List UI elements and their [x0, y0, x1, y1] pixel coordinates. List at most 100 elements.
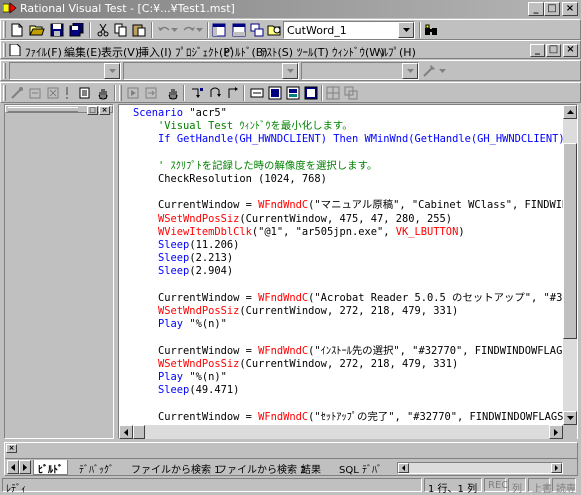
- execute-icon[interactable]: [61, 84, 73, 102]
- find-dropdown-arrow-icon[interactable]: [398, 22, 414, 38]
- find-combobox[interactable]: CutWord_1: [283, 21, 415, 39]
- window-tile-icon[interactable]: [323, 84, 343, 102]
- menu-grip[interactable]: [3, 43, 6, 57]
- workspace-pane-grip[interactable]: [8, 107, 78, 112]
- output-tab-find-1[interactable]: ファイルから検索 1: [127, 460, 225, 476]
- member-dropdown-arrow-icon[interactable]: [402, 63, 418, 79]
- toolbar-grip[interactable]: [3, 85, 6, 101]
- toolbar-grip[interactable]: [3, 63, 6, 79]
- output-tab-sql-debug[interactable]: SQL ﾃﾞﾊﾞ: [335, 460, 386, 476]
- scroll-up-icon[interactable]: [563, 105, 577, 119]
- horizontal-scrollbar[interactable]: [119, 425, 563, 439]
- step-out-icon[interactable]: [223, 84, 243, 102]
- code-line[interactable]: 'Visual Test ｳｨﾝﾄﾞｳを最小化します。: [133, 120, 353, 133]
- call-stack-icon[interactable]: [283, 84, 303, 102]
- output-tab-build[interactable]: ﾋﾞﾙﾄﾞ: [33, 460, 68, 476]
- menu-file[interactable]: ﾌｧｲﾙ(F): [25, 44, 62, 60]
- redo-dropdown-icon[interactable]: [194, 21, 204, 39]
- code-line[interactable]: Scenario "acr5": [133, 107, 227, 120]
- child-restore-button[interactable]: □: [546, 44, 561, 57]
- minimize-button[interactable]: _: [528, 2, 544, 16]
- compile-icon[interactable]: [7, 84, 27, 102]
- code-line[interactable]: CheckResolution (1024, 768): [133, 173, 327, 186]
- output-scroll-left-icon[interactable]: [398, 463, 409, 473]
- workspace-icon[interactable]: [209, 21, 229, 39]
- step-into-icon[interactable]: [187, 84, 207, 102]
- output-tab-debug[interactable]: ﾃﾞﾊﾞｯｸﾞ: [75, 460, 118, 476]
- code-line[interactable]: CurrentWindow = WFndWndC("Acrobat Reader…: [133, 292, 565, 305]
- find-combobox-value[interactable]: CutWord_1: [287, 24, 347, 37]
- code-editor[interactable]: Scenario "acr5" 'Visual Test ｳｨﾝﾄﾞｳを最小化し…: [118, 104, 578, 439]
- hand-icon[interactable]: [93, 84, 113, 102]
- undo-dropdown-icon[interactable]: [169, 21, 179, 39]
- cut-icon[interactable]: [93, 21, 113, 39]
- stop-build-icon[interactable]: [43, 84, 63, 102]
- output-close-button[interactable]: ×: [6, 444, 17, 453]
- window-cascade-icon[interactable]: [341, 84, 361, 102]
- maximize-button[interactable]: □: [544, 2, 560, 16]
- find-binoculars-icon[interactable]: [421, 21, 441, 39]
- close-button[interactable]: ×: [562, 2, 578, 16]
- scroll-right-icon[interactable]: [549, 425, 563, 439]
- save-all-icon[interactable]: [67, 21, 87, 39]
- copy-icon[interactable]: [111, 21, 131, 39]
- menu-view[interactable]: 表示(V): [101, 44, 139, 60]
- code-line[interactable]: CurrentWindow = WFndWndC("ｲﾝｽﾄｰﾙ先の選択", "…: [133, 345, 565, 358]
- code-line[interactable]: Sleep(2.904): [133, 265, 233, 278]
- find-in-files-icon[interactable]: [265, 21, 285, 39]
- new-file-icon[interactable]: [7, 21, 27, 39]
- member-combobox[interactable]: [301, 62, 419, 80]
- restart-icon[interactable]: [141, 84, 161, 102]
- step-over-icon[interactable]: [205, 84, 225, 102]
- code-line[interactable]: CurrentWindow = WFndWndC("マニュアル原稿", "Cab…: [133, 199, 565, 212]
- doc-icon[interactable]: [9, 43, 21, 59]
- code-text-area[interactable]: Scenario "acr5" 'Visual Test ｳｨﾝﾄﾞｳを最小化し…: [133, 107, 565, 425]
- class-dropdown-arrow-icon[interactable]: [282, 63, 298, 79]
- code-line[interactable]: Sleep(11.206): [133, 239, 239, 252]
- vertical-scrollbar[interactable]: [563, 105, 577, 425]
- tab-scroll-right-icon[interactable]: [19, 460, 31, 474]
- wizard-action-icon[interactable]: [419, 62, 439, 80]
- code-line[interactable]: WViewItemDblClk("@1", "ar505jpn.exe", VK…: [133, 226, 465, 239]
- code-line[interactable]: Play "%(n)": [133, 318, 227, 331]
- workspace-pane-close-button[interactable]: ×: [99, 106, 110, 115]
- vertical-scroll-thumb[interactable]: [563, 143, 577, 339]
- menu-insert[interactable]: 挿入(I): [138, 44, 172, 60]
- watch-icon[interactable]: [247, 84, 267, 102]
- code-line[interactable]: ' ｽｸﾘﾌﾟﾄを記録した時の解像度を選択します。: [133, 160, 377, 173]
- output-tab-results[interactable]: 結果: [297, 460, 325, 476]
- menu-tools[interactable]: ﾂｰﾙ(T): [297, 44, 329, 60]
- paste-icon[interactable]: [129, 21, 149, 39]
- scope-dropdown-arrow-icon[interactable]: [104, 63, 120, 79]
- class-combobox[interactable]: [123, 62, 299, 80]
- app-icon[interactable]: [2, 2, 17, 15]
- output-scroll-right-icon[interactable]: [551, 463, 562, 473]
- workspace-pane[interactable]: □ ×: [4, 104, 114, 439]
- menu-test[interactable]: ﾃｽﾄ(S): [261, 44, 293, 60]
- go-icon[interactable]: [123, 84, 143, 102]
- workspace-pane-restore-button[interactable]: □: [87, 106, 98, 115]
- window-list-icon[interactable]: [247, 21, 267, 39]
- child-close-button[interactable]: ×: [563, 44, 578, 57]
- menu-help[interactable]: ﾍﾙﾌﾟ(H): [377, 44, 416, 60]
- horizontal-scroll-thumb[interactable]: [133, 425, 145, 439]
- output-pane[interactable]: × ﾋﾞﾙﾄﾞ ﾃﾞﾊﾞｯｸﾞ ファイルから検索 1 ファイルから検索 2 結果…: [4, 442, 578, 476]
- locals-icon[interactable]: [301, 84, 321, 102]
- code-line[interactable]: CurrentWindow = WFndWndC("ｾｯﾄｱｯﾌﾟの完了", "…: [133, 411, 565, 424]
- open-folder-icon[interactable]: [27, 21, 47, 39]
- code-line[interactable]: Play "%(n)": [133, 371, 227, 384]
- save-icon[interactable]: [47, 21, 67, 39]
- scroll-down-icon[interactable]: [563, 411, 577, 425]
- variables-icon[interactable]: [265, 84, 285, 102]
- code-line[interactable]: Sleep(49.471): [133, 384, 239, 397]
- toolbar-grip[interactable]: [3, 21, 6, 38]
- code-line[interactable]: If GetHandle(GH_HWNDCLIENT) Then WMinWnd…: [133, 133, 565, 146]
- code-line[interactable]: Sleep(2.213): [133, 252, 233, 265]
- title-bar[interactable]: Rational Visual Test - [C:¥...¥Test1.mst…: [0, 0, 581, 18]
- scroll-left-icon[interactable]: [119, 425, 133, 439]
- build-icon[interactable]: [25, 84, 45, 102]
- menu-edit[interactable]: 編集(E): [64, 44, 102, 60]
- output-tab-find-2[interactable]: ファイルから検索 2: [213, 460, 311, 476]
- output-window-icon[interactable]: [229, 21, 249, 39]
- breakpoint-hand-icon[interactable]: [163, 84, 183, 102]
